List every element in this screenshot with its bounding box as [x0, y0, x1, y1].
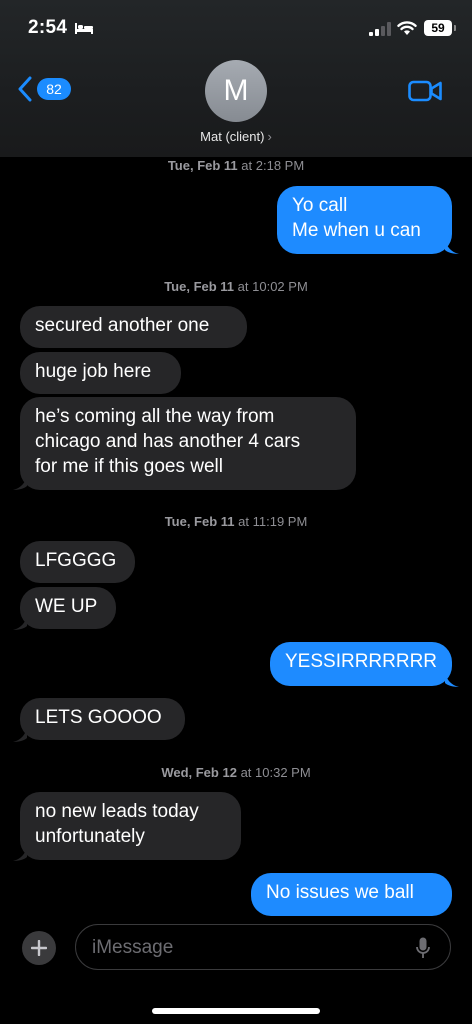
bed-icon	[75, 23, 93, 34]
microphone-icon[interactable]	[416, 937, 430, 959]
bubble-tail	[13, 476, 27, 490]
incoming-message[interactable]: WE UP	[20, 587, 116, 629]
incoming-message[interactable]: LETS GOOOO	[20, 698, 185, 740]
message-input[interactable]	[90, 935, 404, 961]
wifi-icon	[397, 21, 417, 35]
chevron-right-icon: ›	[267, 129, 272, 144]
bubble-tail	[445, 240, 459, 254]
contact-name-button[interactable]: Mat (client) ›	[0, 129, 472, 144]
timestamp: Wed, Feb 12 at 10:32 PM	[161, 765, 311, 780]
incoming-message[interactable]: huge job here	[20, 352, 181, 394]
incoming-message[interactable]: secured another one	[20, 306, 247, 348]
contact-name: Mat (client)	[200, 129, 265, 144]
video-camera-icon[interactable]	[408, 79, 442, 103]
status-time: 2:54	[28, 17, 68, 38]
bubble-tail	[13, 616, 27, 630]
outgoing-message[interactable]: No issues we ball	[251, 873, 452, 916]
timestamp: Tue, Feb 11 at 2:18 PM	[167, 158, 305, 173]
incoming-message[interactable]: no new leads today unfortunately	[20, 792, 241, 860]
home-indicator	[152, 1008, 320, 1014]
plus-icon	[31, 940, 47, 956]
incoming-message[interactable]: he’s coming all the way from chicago and…	[20, 397, 356, 490]
plus-button[interactable]	[22, 931, 56, 965]
timestamp: Tue, Feb 11 at 10:02 PM	[164, 279, 308, 294]
bubble-tail	[13, 847, 27, 861]
timestamp: Tue, Feb 11 at 11:19 PM	[164, 514, 308, 529]
bubble-tail	[13, 728, 27, 742]
outgoing-message[interactable]: YESSIRRRRRRR	[270, 642, 452, 686]
back-chevron-icon	[18, 76, 32, 102]
battery-indicator: 59	[424, 20, 456, 36]
bubble-tail	[445, 673, 459, 687]
status-bar: 2:54 59	[0, 0, 472, 56]
signal-icon	[369, 22, 391, 36]
unread-count-badge: 82	[37, 78, 71, 100]
avatar[interactable]: M	[205, 60, 267, 122]
message-field[interactable]	[75, 924, 451, 970]
outgoing-message[interactable]: Yo call Me when u can	[277, 186, 452, 254]
back-button[interactable]: 82	[18, 76, 71, 102]
incoming-message[interactable]: LFGGGG	[20, 541, 135, 583]
